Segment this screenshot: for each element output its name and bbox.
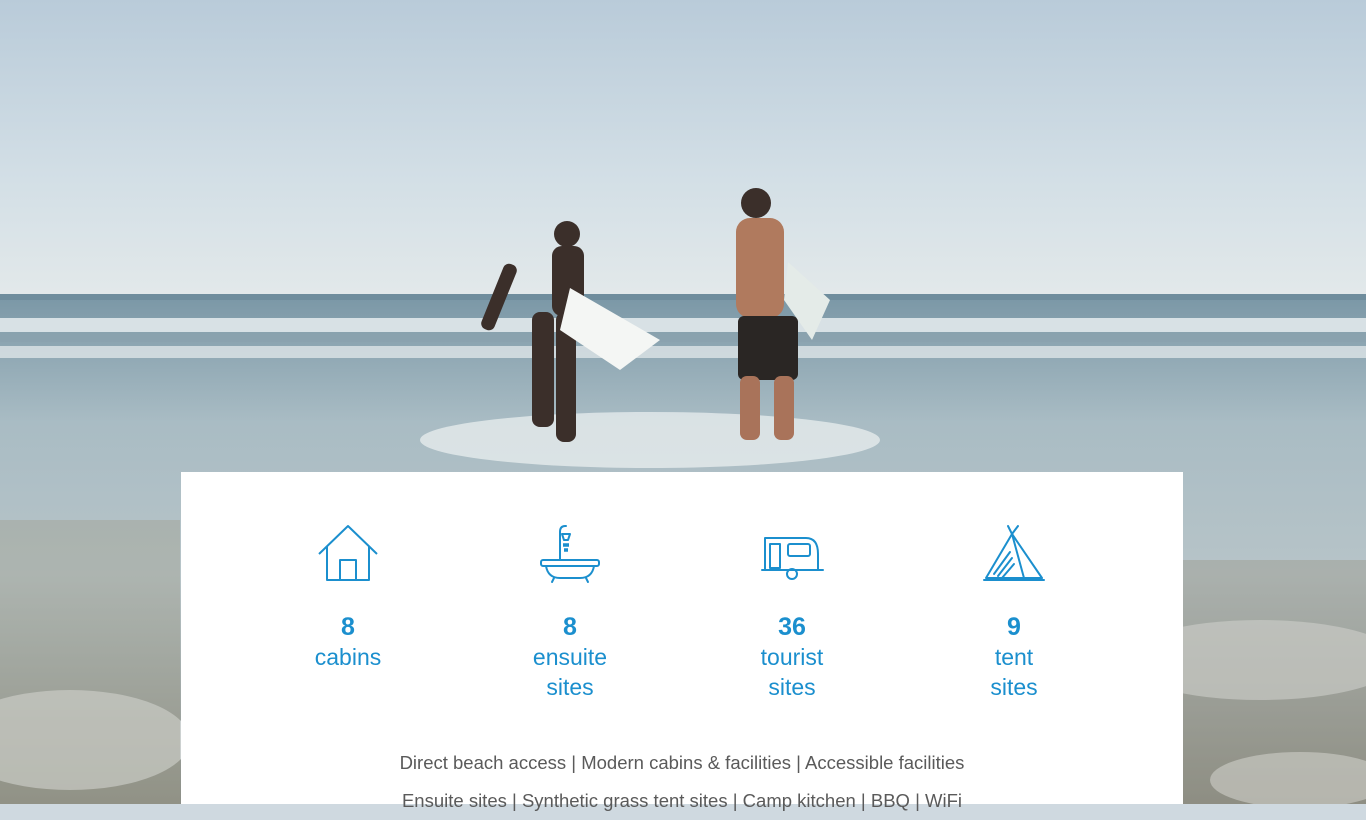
stat-tourist-sites: 36 tourist sites bbox=[717, 522, 867, 702]
house-icon bbox=[316, 522, 380, 584]
stat-number: 9 bbox=[1007, 613, 1021, 641]
features-line-2: Ensuite sites | Synthetic grass tent sit… bbox=[401, 790, 963, 811]
stat-number: 8 bbox=[341, 613, 355, 641]
stat-tent-sites: 9 tent sites bbox=[939, 522, 1089, 702]
stat-label: ensuite sites bbox=[532, 644, 608, 700]
tent-icon bbox=[982, 522, 1046, 584]
stat-label: tent sites bbox=[990, 644, 1038, 700]
features-list: Direct beach access | Modern cabins & fa… bbox=[181, 744, 1183, 820]
stat-label: tourist sites bbox=[760, 644, 824, 700]
stat-number: 36 bbox=[778, 613, 806, 641]
stats-card: 8 cabins 8 ensuite sites 36 tourist site… bbox=[181, 472, 1183, 811]
stat-number: 8 bbox=[563, 613, 577, 641]
stat-label: cabins bbox=[314, 644, 382, 670]
stat-cabins: 8 cabins bbox=[273, 522, 423, 672]
stats-row: 8 cabins 8 ensuite sites 36 tourist site… bbox=[181, 472, 1183, 712]
features-line-1: Direct beach access | Modern cabins & fa… bbox=[399, 752, 965, 773]
caravan-icon bbox=[760, 522, 824, 584]
bathtub-shower-icon bbox=[538, 522, 602, 584]
stat-ensuite-sites: 8 ensuite sites bbox=[495, 522, 645, 702]
